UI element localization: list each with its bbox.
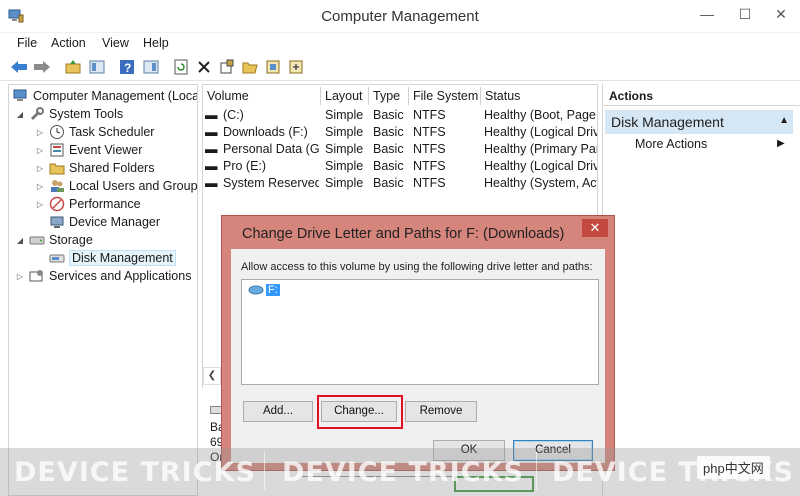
open-folder-icon[interactable] bbox=[241, 58, 259, 76]
watermark-band: DEVICE TRICKS DEVICE TRICKS DEVICE TRICK… bbox=[0, 448, 800, 496]
delete-icon[interactable] bbox=[195, 58, 213, 76]
expand-icon[interactable]: ▷ bbox=[35, 182, 45, 191]
tree-shared-folders[interactable]: ▷ Shared Folders bbox=[35, 159, 155, 177]
column-header-layout[interactable]: Layout bbox=[321, 87, 369, 105]
drive-icon: ▬ bbox=[205, 108, 218, 122]
menu-action[interactable]: Action bbox=[51, 36, 86, 50]
collapse-icon[interactable]: ◢ bbox=[15, 236, 25, 245]
menu-bar: File Action View Help bbox=[0, 33, 800, 53]
actions-section-disk-management[interactable]: Disk Management ▲ bbox=[605, 110, 793, 134]
tree-services-applications[interactable]: ▷ Services and Applications bbox=[15, 267, 192, 285]
highlight-box bbox=[317, 395, 403, 429]
device-manager-icon bbox=[50, 216, 64, 228]
tree-local-users[interactable]: ▷ Local Users and Groups bbox=[35, 177, 197, 195]
menu-view[interactable]: View bbox=[102, 36, 129, 50]
drive-icon: ▬ bbox=[205, 176, 218, 190]
actions-header: Actions bbox=[603, 84, 800, 106]
column-header-type[interactable]: Type bbox=[369, 87, 409, 105]
tree-task-scheduler[interactable]: ▷ Task Scheduler bbox=[35, 123, 154, 141]
dialog-title: Change Drive Letter and Paths for F: (Do… bbox=[242, 226, 565, 242]
shared-folder-icon bbox=[49, 163, 65, 175]
tools-icon bbox=[30, 107, 44, 121]
expand-icon[interactable]: ▷ bbox=[35, 146, 45, 155]
table-row[interactable]: ▬ Personal Data (G:) Simple Basic NTFS H… bbox=[203, 141, 597, 158]
change-drive-letter-dialog: Change Drive Letter and Paths for F: (Do… bbox=[221, 215, 615, 471]
more-actions-item[interactable]: More Actions bbox=[635, 137, 707, 151]
table-row[interactable]: ▬ Downloads (F:) Simple Basic NTFS Healt… bbox=[203, 124, 597, 141]
dialog-body: Allow access to this volume by using the… bbox=[231, 249, 605, 463]
maximize-button[interactable]: ☐ bbox=[726, 0, 764, 28]
watermark-divider bbox=[264, 452, 265, 490]
scroll-left-icon[interactable]: ❮ bbox=[203, 367, 221, 385]
column-header-volume[interactable]: Volume bbox=[203, 87, 321, 105]
paths-list[interactable]: F: bbox=[241, 279, 599, 385]
users-icon bbox=[51, 180, 64, 192]
submenu-arrow-icon[interactable]: ▶ bbox=[777, 138, 785, 149]
site-watermark: php中文网 bbox=[697, 456, 770, 479]
help-icon[interactable]: ? bbox=[118, 58, 136, 76]
minimize-button[interactable]: — bbox=[688, 0, 726, 28]
tree-device-manager[interactable]: Device Manager bbox=[49, 213, 160, 231]
services-icon bbox=[29, 270, 43, 282]
collapse-icon[interactable]: ◢ bbox=[15, 110, 25, 119]
column-header-status[interactable]: Status bbox=[481, 87, 597, 105]
title-bar: Computer Management — ☐ ✕ bbox=[0, 0, 800, 33]
collapse-arrow-icon[interactable]: ▲ bbox=[779, 115, 789, 126]
expand-icon[interactable]: ▷ bbox=[35, 128, 45, 137]
performance-icon bbox=[49, 196, 65, 212]
window-title: Computer Management bbox=[321, 8, 479, 25]
up-folder-icon[interactable] bbox=[64, 58, 82, 76]
storage-icon bbox=[29, 236, 45, 245]
actions-pane: Actions Disk Management ▲ More Actions ▶ bbox=[602, 84, 800, 496]
tree-event-viewer[interactable]: ▷ Event Viewer bbox=[35, 141, 143, 159]
toolbar: ? bbox=[0, 53, 800, 81]
dialog-close-button[interactable]: ✕ bbox=[582, 219, 608, 237]
table-row[interactable]: ▬ (C:) Simple Basic NTFS Healthy (Boot, … bbox=[203, 107, 597, 124]
menu-file[interactable]: File bbox=[17, 36, 37, 50]
add-button[interactable]: Add... bbox=[243, 401, 313, 422]
svg-text:?: ? bbox=[124, 61, 131, 75]
tree-storage[interactable]: ◢ Storage bbox=[15, 231, 93, 249]
drive-icon: ▬ bbox=[205, 159, 218, 173]
tree-root[interactable]: Computer Management (Local bbox=[13, 87, 197, 105]
event-viewer-icon bbox=[50, 143, 64, 157]
watermark-text: DEVICE TRICKS bbox=[14, 457, 256, 488]
remove-button[interactable]: Remove bbox=[405, 401, 477, 422]
forward-icon[interactable] bbox=[33, 58, 51, 76]
disk-settings-icon[interactable] bbox=[287, 58, 305, 76]
expand-icon[interactable]: ▷ bbox=[15, 272, 25, 281]
column-header-file-system[interactable]: File System bbox=[409, 87, 481, 105]
rescan-icon[interactable] bbox=[264, 58, 282, 76]
expand-icon[interactable]: ▷ bbox=[35, 200, 45, 209]
tree-disk-management[interactable]: Disk Management bbox=[49, 249, 176, 267]
show-hide-action-pane-icon[interactable] bbox=[142, 58, 160, 76]
tree-performance[interactable]: ▷ Performance bbox=[35, 195, 141, 213]
watermark-divider bbox=[536, 452, 537, 490]
close-button[interactable]: ✕ bbox=[762, 0, 800, 28]
list-item[interactable]: F: bbox=[248, 284, 280, 296]
drive-icon bbox=[248, 285, 264, 295]
disk-management-icon bbox=[49, 254, 65, 263]
properties-icon[interactable] bbox=[218, 58, 236, 76]
watermark-text: DEVICE TRICKS bbox=[282, 457, 524, 488]
computer-icon bbox=[13, 89, 27, 101]
refresh-icon[interactable] bbox=[172, 58, 190, 76]
menu-help[interactable]: Help bbox=[143, 36, 169, 50]
show-hide-tree-icon[interactable] bbox=[88, 58, 106, 76]
clock-icon bbox=[50, 125, 64, 139]
drive-icon: ▬ bbox=[205, 125, 218, 139]
table-row[interactable]: ▬ Pro (E:) Simple Basic NTFS Healthy (Lo… bbox=[203, 158, 597, 175]
expand-icon[interactable]: ▷ bbox=[35, 164, 45, 173]
tree-system-tools[interactable]: ◢ System Tools bbox=[15, 105, 123, 123]
dialog-instruction: Allow access to this volume by using the… bbox=[241, 261, 593, 273]
navigation-tree: Computer Management (Local ◢ System Tool… bbox=[8, 84, 198, 496]
drive-icon: ▬ bbox=[205, 142, 218, 156]
back-icon[interactable] bbox=[10, 58, 28, 76]
table-row[interactable]: ▬ System Reserved Simple Basic NTFS Heal… bbox=[203, 175, 597, 192]
